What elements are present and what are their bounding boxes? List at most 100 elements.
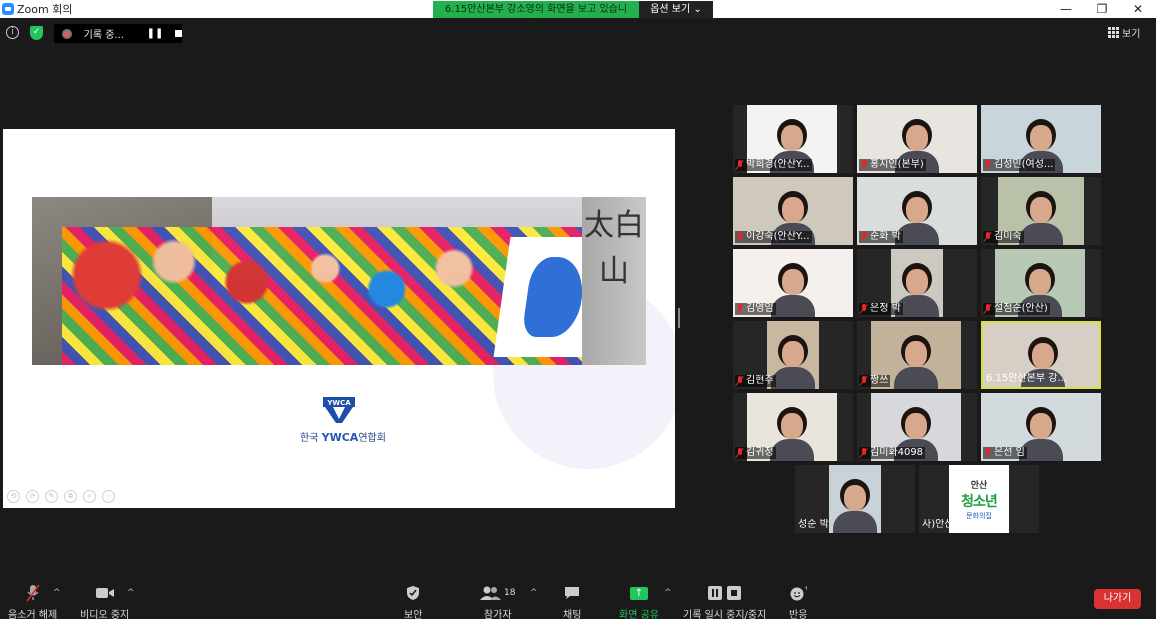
participant-face	[782, 269, 804, 295]
participant-name: 김미화4098	[870, 447, 924, 458]
participant-tile[interactable]: 설점순(안산)	[981, 249, 1101, 317]
meeting-toolbar: 음소거 해제 ^ 비디오 중지 ^ 보안 18 참가자 ^ 채팅 ↑ 화면 공유…	[0, 574, 1156, 619]
participant-tile[interactable]: 김현주	[733, 321, 853, 389]
copy-icon[interactable]: ⧉	[64, 490, 77, 503]
muted-mic-icon	[860, 232, 868, 242]
participant-tile[interactable]: 박희경(안산Y...	[733, 105, 853, 173]
participant-face	[1030, 125, 1052, 151]
stop-video-label: 비디오 중지	[80, 610, 130, 619]
reactions-label: 반응	[789, 610, 808, 619]
pen-icon[interactable]: ✎	[45, 490, 58, 503]
stone-stele: 太白山	[582, 197, 646, 365]
participant-name-label: 김현주	[735, 375, 776, 387]
participant-face	[1030, 413, 1052, 439]
participant-name: 짱쓰	[870, 375, 889, 386]
redo-icon[interactable]: ⟳	[26, 490, 39, 503]
participant-name-label: 사)안산YWCA	[921, 519, 985, 531]
view-button[interactable]: 보기	[1108, 25, 1140, 40]
shared-screen: 太白山 YWCA 한국 YWCA연합회 ⟲ ⟳ ✎ ⧉ ⌕ ⋯	[3, 129, 675, 508]
chat-bubble-icon	[565, 587, 580, 599]
leave-meeting-button[interactable]: 나가기	[1094, 589, 1141, 609]
security-shield-icon	[407, 586, 420, 600]
participant-name-label: 김미화4098	[859, 447, 926, 459]
participant-tile[interactable]: 김미숙	[981, 177, 1101, 245]
share-options-caret[interactable]: ^	[664, 588, 672, 598]
stop-video-button[interactable]: 비디오 중지	[80, 584, 129, 619]
reactions-button[interactable]: + 반응	[789, 584, 807, 619]
org-prefix: 한국	[300, 433, 319, 444]
participant-tile[interactable]: 김영임	[733, 249, 853, 317]
participant-tile[interactable]: 안산 청소년 문화의집 사)안산YWCA	[919, 465, 1039, 533]
participant-tile[interactable]: 은정 박	[857, 249, 977, 317]
ywca-logo-text: YWCA	[326, 399, 351, 407]
participant-face	[782, 197, 804, 223]
recording-label: 기록 중...	[83, 30, 124, 41]
muted-mic-icon	[984, 232, 992, 242]
security-button[interactable]: 보안	[404, 584, 422, 619]
org-name: 한국 YWCA연합회	[253, 429, 433, 444]
participant-face	[905, 413, 927, 439]
participant-name: 사)안산YWCA	[922, 519, 984, 530]
participant-tile[interactable]: 김성민(여성...	[981, 105, 1101, 173]
meeting-info-icon[interactable]: i	[6, 26, 19, 39]
minimize-button[interactable]: —	[1048, 0, 1084, 18]
participant-face	[1030, 197, 1052, 223]
participant-name-label: 이강숙(안산Y...	[735, 231, 812, 243]
participant-name: 순화 박	[870, 231, 901, 242]
participant-tile[interactable]: 은선 임	[981, 393, 1101, 461]
share-screen-button[interactable]: ↑ 화면 공유	[619, 584, 659, 619]
stop-recording-icon[interactable]	[175, 30, 182, 37]
participants-button[interactable]: 18 참가자	[480, 584, 515, 619]
participants-options-caret[interactable]: ^	[530, 588, 538, 598]
pause-recording-icon[interactable]: ❚❚	[147, 28, 164, 39]
participant-name: 김귀정	[746, 447, 774, 458]
participant-tile[interactable]: 김귀정	[733, 393, 853, 461]
share-message: 6.15안산본부 강소영의 화면을 보고 있습니다.	[433, 1, 639, 32]
split-divider-handle[interactable]	[678, 308, 680, 328]
org-suffix: 연합회	[358, 433, 386, 444]
encryption-shield-icon[interactable]: ✓	[30, 26, 43, 40]
maximize-button[interactable]: ❐	[1084, 0, 1120, 18]
share-screen-label: 화면 공유	[619, 610, 659, 619]
participant-tile[interactable]: 이강숙(안산Y...	[733, 177, 853, 245]
participant-name: 6.15안산본부 강...	[986, 373, 1067, 384]
group-photo: 太白山	[32, 197, 646, 365]
zoom-icon[interactable]: ⌕	[83, 490, 96, 503]
participant-body	[833, 511, 877, 533]
participant-face	[844, 485, 866, 511]
logo-line-1: 안산	[970, 480, 988, 491]
participant-body	[770, 439, 814, 461]
undo-icon[interactable]: ⟲	[7, 490, 20, 503]
muted-mic-icon	[984, 160, 992, 170]
participant-tile[interactable]: 성순 박	[795, 465, 915, 533]
participant-face	[906, 125, 928, 151]
participant-name-label: 은선 임	[983, 447, 1027, 459]
muted-mic-icon	[736, 304, 744, 314]
participant-name: 김미숙	[994, 231, 1022, 242]
video-options-caret[interactable]: ^	[127, 588, 135, 598]
participant-name-label: 순화 박	[859, 231, 903, 243]
participant-tile[interactable]: 6.15안산본부 강...	[981, 321, 1101, 389]
participant-body	[771, 367, 815, 389]
participant-name: 김현주	[746, 375, 774, 386]
muted-mic-icon	[860, 160, 868, 170]
participant-tile[interactable]: 홍지인(본부)	[857, 105, 977, 173]
more-icon[interactable]: ⋯	[102, 490, 115, 503]
participant-tile[interactable]: 순화 박	[857, 177, 977, 245]
pause-stop-recording-button[interactable]: 기록 일시 중지/중지	[683, 584, 766, 619]
unmute-button[interactable]: 음소거 해제	[8, 584, 57, 619]
participant-tile[interactable]: 짱쓰	[857, 321, 977, 389]
participant-name-label: 김성민(여성...	[983, 159, 1056, 171]
view-options-button[interactable]: 옵션 보기 ⌄	[639, 1, 713, 18]
view-button-label: 보기	[1122, 29, 1141, 40]
participant-face	[1032, 343, 1054, 369]
close-button[interactable]: ✕	[1120, 0, 1156, 18]
muted-mic-icon	[860, 304, 868, 314]
participant-tile[interactable]: 김미화4098	[857, 393, 977, 461]
pause-stop-recording-icon	[707, 585, 741, 600]
audio-options-caret[interactable]: ^	[53, 588, 61, 598]
reaction-plus: +	[804, 585, 807, 592]
chat-button[interactable]: 채팅	[563, 584, 581, 619]
participant-name: 이강숙(안산Y...	[746, 231, 810, 242]
participants-count: 18	[504, 588, 516, 598]
